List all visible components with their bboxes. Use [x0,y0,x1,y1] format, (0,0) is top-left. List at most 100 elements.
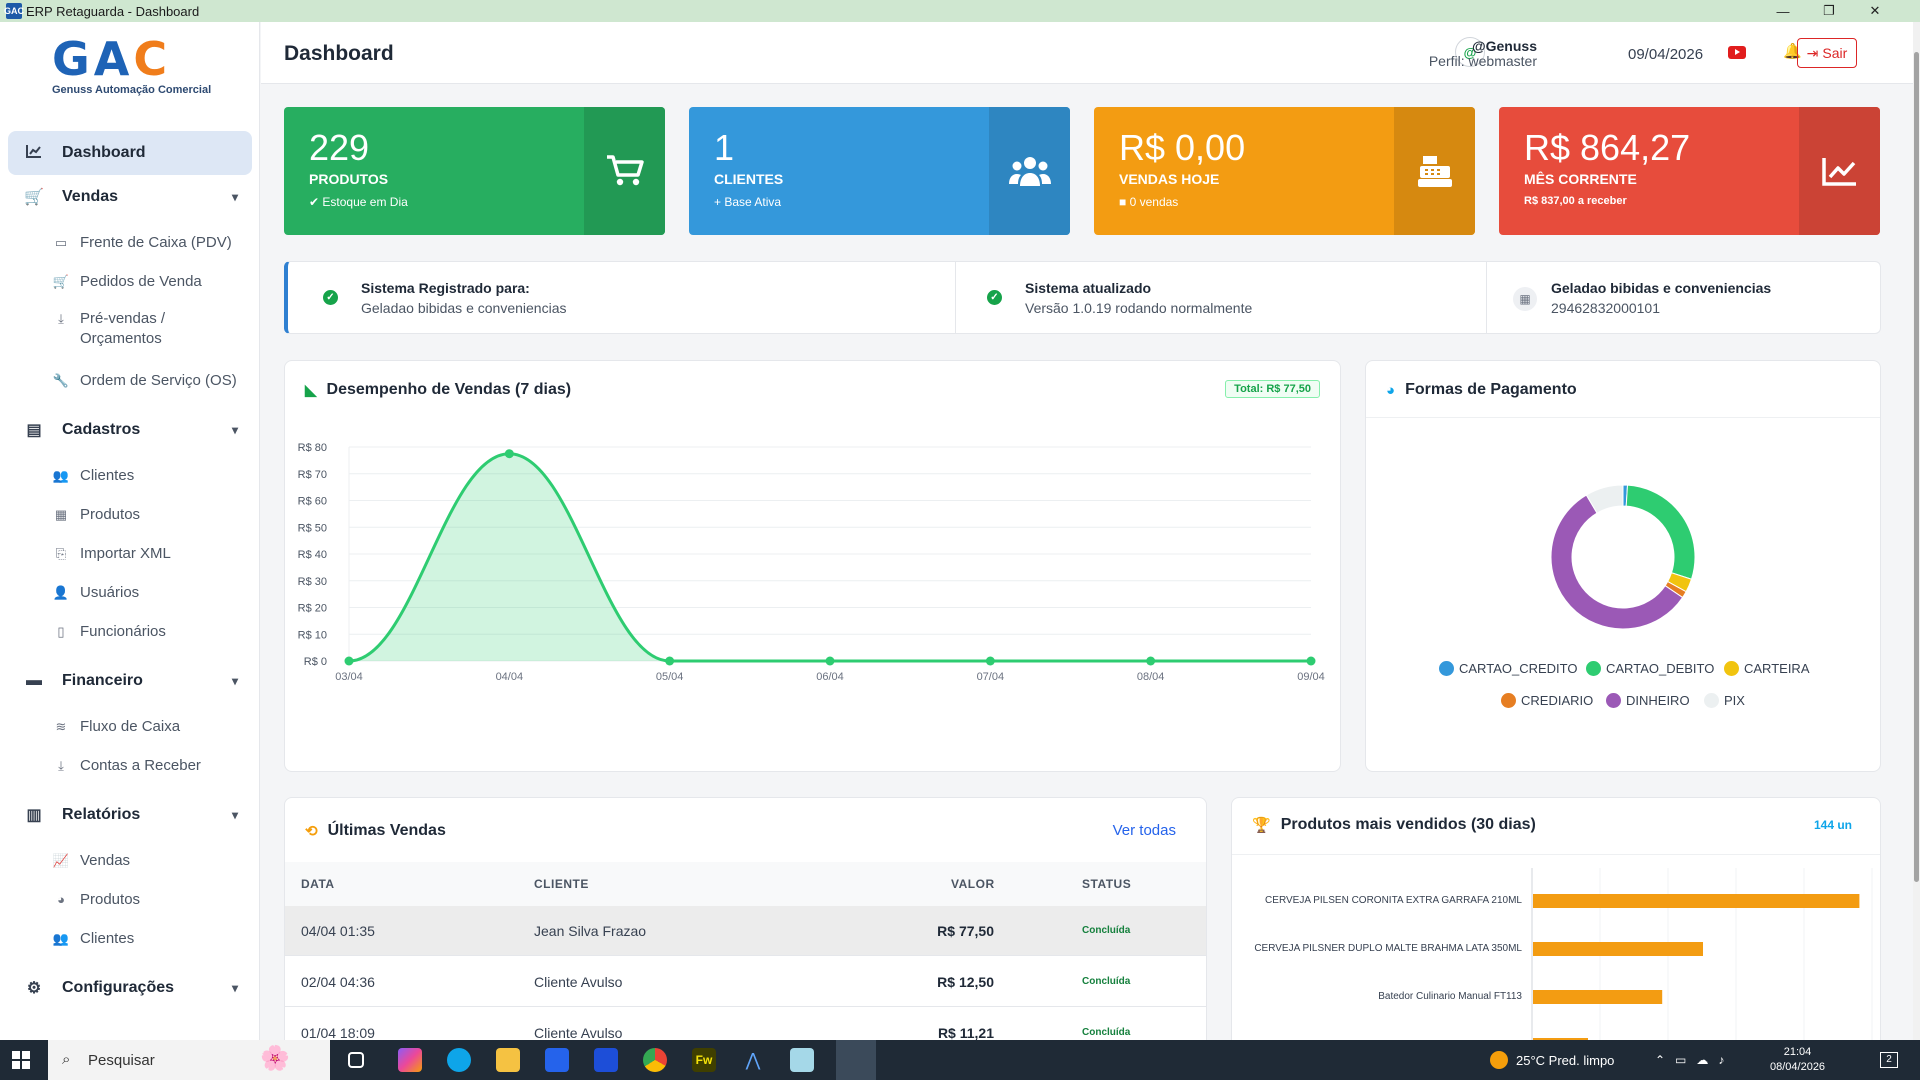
x-tick-label: 07/04 [977,671,1005,683]
sidebar-group-configuracoes[interactable]: ⚙ Configurações ▾ [8,966,252,1010]
chart-line-icon: 📈 [52,852,70,868]
col-data: DATA [301,877,335,891]
file-import-icon: ⎘ [55,545,67,561]
windows-start-button[interactable] [12,1051,30,1069]
store-icon[interactable] [545,1048,569,1072]
sidebar-item-rel-clientes[interactable]: 👥 Clientes [8,919,252,958]
system-tray-icons[interactable]: ⌃▭☁♪ [1655,1040,1734,1080]
youtube-icon[interactable] [1728,46,1746,59]
sidebar-item-dashboard[interactable]: Dashboard [8,131,252,175]
sidebar-item-produtos[interactable]: ▦ Produtos [8,495,252,534]
legend-item[interactable]: CARTAO_CREDITO [1439,661,1577,676]
page-scrollbar[interactable] [1913,22,1920,1040]
page-title: Dashboard [284,42,394,65]
sidebar-item-prevendas[interactable]: ⤓ Pré-vendas / Orçamentos [8,301,252,361]
clock[interactable]: 21:04 08/04/2026 [1770,1040,1825,1080]
coins-icon: ≋ [55,718,67,734]
users-icon: 👥 [52,467,70,483]
data-point [825,656,835,666]
sidebar-item-clientes[interactable]: 👥 Clientes [8,456,252,495]
bar [1533,894,1860,908]
notifications-button[interactable]: 2 [1880,1040,1898,1080]
data-point [344,656,354,666]
users-icon [989,107,1070,235]
y-tick-label: R$ 30 [298,576,327,588]
chart-line-icon [1799,107,1880,235]
stat-card-produtos: 229 PRODUTOS ✔ Estoque em Dia [284,107,665,235]
file-explorer-icon[interactable] [496,1048,520,1072]
top-products-panel: 🏆 Produtos mais vendidos (30 dias) 144 u… [1231,797,1881,1057]
col-valor: VALOR [951,877,995,891]
taskbar: ⌕ Pesquisar 🌸 Fw ⋀ 25°C Pred. limpo ⌃▭☁♪… [0,1040,1920,1080]
restore-button[interactable]: ❐ [1806,0,1852,22]
chart-area-icon [24,144,44,162]
bar-label: Batedor Culinario Manual FT113 [1378,991,1522,1002]
sidebar-item-pedidos[interactable]: 🛒 Pedidos de Venda [8,262,252,301]
logout-button[interactable]: ⇥ Sair [1797,38,1857,68]
user-role: Perfil: webmaster [1428,53,1537,69]
top-header: Dashboard @ @Genuss Perfil: webmaster 09… [261,22,1913,84]
erp-taskbar-icon[interactable] [836,1040,876,1080]
view-all-link[interactable]: Ver todas [1113,822,1176,839]
outlook-icon[interactable] [594,1048,618,1072]
edge-icon[interactable] [447,1048,471,1072]
x-tick-label: 05/04 [656,671,684,683]
check-circle-icon: ✓ [987,290,1002,305]
legend-item[interactable]: PIX [1704,693,1745,708]
sidebar-group-vendas[interactable]: 🛒 Vendas ▾ [8,175,252,219]
minimize-button[interactable]: — [1760,0,1806,22]
y-tick-label: R$ 0 [304,656,327,668]
table-row[interactable]: 02/04 04:36 Cliente Avulso R$ 12,50 Conc… [285,957,1206,1007]
y-tick-label: R$ 20 [298,603,327,615]
sidebar-item-pdv[interactable]: ▭ Frente de Caixa (PDV) [8,223,252,262]
sidebar-item-funcionarios[interactable]: ▯ Funcionários [8,612,252,651]
sidebar-item-importar-xml[interactable]: ⎘ Importar XML [8,534,252,573]
copilot-icon[interactable] [398,1048,422,1072]
fireworks-icon[interactable]: Fw [692,1048,716,1072]
taskbar-search[interactable]: ⌕ Pesquisar 🌸 [48,1040,330,1080]
sign-out-icon: ⇥ [1806,44,1819,61]
vscode-like-icon[interactable]: ⋀ [741,1048,765,1072]
app-icon[interactable] [790,1048,814,1072]
sidebar-item-contas-receber[interactable]: ⤓ Contas a Receber [8,746,252,785]
window-titlebar: GAC ERP Retaguarda - Dashboard — ❐ ✕ [0,0,1920,22]
table-header: DATA CLIENTE VALOR STATUS [285,862,1206,906]
legend-item[interactable]: CREDIARIO [1501,693,1593,708]
sidebar-group-relatorios[interactable]: ▥ Relatórios ▾ [8,793,252,837]
chevron-down-icon: ▾ [231,190,238,204]
system-info-bar: ✓ Sistema Registrado para: Geladao bibid… [284,261,1881,334]
flowers-icon: 🌸 [260,1045,290,1072]
legend-item[interactable]: CARTEIRA [1724,661,1810,676]
gear-icon: ⚙ [26,980,42,997]
data-point [1146,656,1156,666]
y-tick-label: R$ 10 [298,629,327,641]
check-circle-icon: ✔ [309,195,320,209]
legend-item[interactable]: DINHEIRO [1606,693,1690,708]
x-tick-label: 06/04 [816,671,844,683]
sidebar-item-os[interactable]: 🔧 Ordem de Serviço (OS) [8,361,252,400]
boxes-icon: ▦ [54,506,68,522]
sidebar-group-financeiro[interactable]: ▬ Financeiro ▾ [8,659,252,703]
hand-coin-icon: ⤓ [58,757,64,773]
sidebar-item-rel-produtos[interactable]: ◕ Produtos [8,880,252,919]
sidebar-item-fluxo-caixa[interactable]: ≋ Fluxo de Caixa [8,707,252,746]
close-button[interactable]: ✕ [1852,0,1898,22]
user-cog-icon: 👤 [52,584,70,600]
chrome-icon[interactable] [643,1048,667,1072]
x-tick-label: 03/04 [335,671,363,683]
window-title: ERP Retaguarda - Dashboard [26,3,200,19]
weather-icon [1490,1051,1508,1069]
task-view-icon[interactable] [348,1052,364,1068]
sidebar-item-usuarios[interactable]: 👤 Usuários [8,573,252,612]
legend-item[interactable]: CARTAO_DEBITO [1586,661,1714,676]
check-circle-icon: ✓ [323,290,338,305]
search-icon: ⌕ [62,1051,71,1068]
top-products-chart [1531,868,1873,1056]
logo-tagline: Genuss Automação Comercial [52,84,212,96]
cart-icon: 🛒 [52,273,70,289]
weather-widget[interactable]: 25°C Pred. limpo [1490,1040,1614,1080]
sidebar-item-rel-vendas[interactable]: 📈 Vendas [8,841,252,880]
archive-icon: ▤ [26,422,42,439]
table-row[interactable]: 04/04 01:35 Jean Silva Frazao R$ 77,50 C… [285,906,1206,956]
sidebar-group-cadastros[interactable]: ▤ Cadastros ▾ [8,408,252,452]
